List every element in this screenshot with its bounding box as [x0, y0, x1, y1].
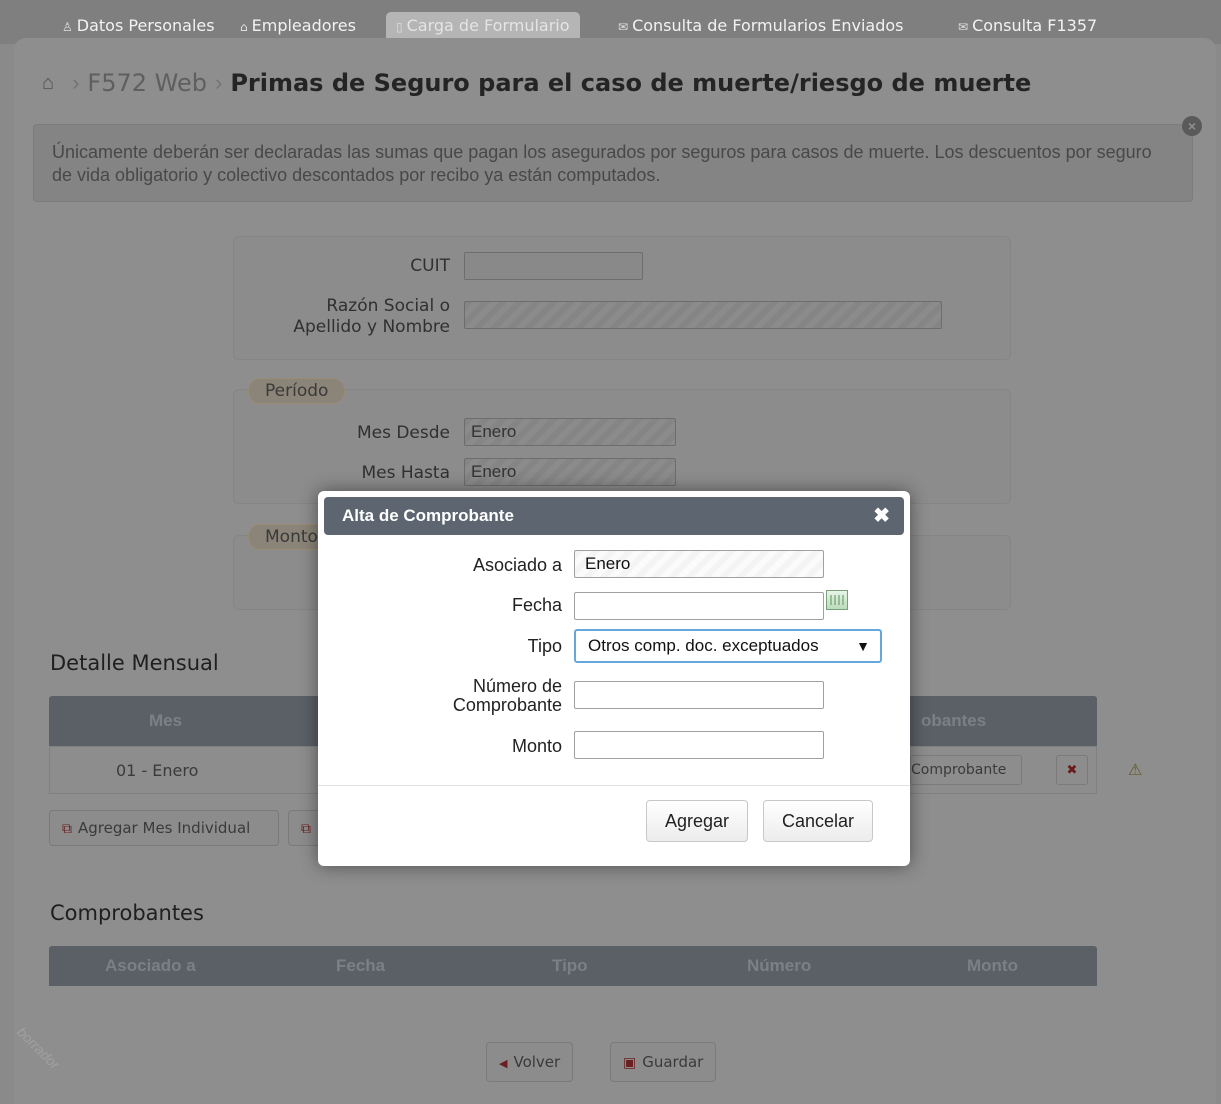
dialog-title: Alta de Comprobante [342, 506, 514, 525]
comprobantes-title: Comprobantes [50, 901, 204, 925]
cuit-label: CUIT [410, 256, 450, 276]
tab-consulta-f1357[interactable]: ✉ Consulta F1357 [948, 12, 1107, 40]
numero-label-2: Comprobante [452, 695, 562, 715]
delete-icon[interactable]: ✖ [1056, 755, 1088, 785]
monto-input[interactable] [574, 731, 824, 759]
razon-social-input [464, 301, 942, 329]
home-icon[interactable]: ⌂ [42, 72, 54, 95]
volver-button[interactable]: ◀ Volver [486, 1042, 574, 1082]
asociado-label: Asociado a [472, 555, 562, 575]
add-individual-month-button[interactable]: ⧉ Agregar Mes Individual [49, 810, 279, 846]
tab-consulta-formularios-enviados[interactable]: ✉ Consulta de Formularios Enviados [608, 12, 914, 40]
mail-icon: ✉ [618, 20, 629, 34]
mes-hasta-input: Enero [464, 458, 676, 486]
breadcrumb-parent[interactable]: F572 Web [87, 69, 207, 97]
mail-icon: ✉ [958, 20, 969, 34]
add-window-icon: ⧉ [62, 821, 72, 837]
mes-desde-label: Mes Desde [356, 423, 450, 443]
save-icon: ▣ [623, 1055, 637, 1071]
col-tipo: Tipo [552, 956, 588, 975]
col-asociado: Asociado a [105, 956, 196, 975]
calendar-icon[interactable] [826, 590, 848, 610]
numero-label-1: Número de [472, 676, 562, 696]
razon-social-label-1: Razón Social o [326, 296, 450, 316]
col-fecha: Fecha [336, 956, 386, 975]
breadcrumb-separator: › [72, 70, 80, 95]
col-mes: Mes [149, 711, 183, 730]
periodo-legend: Período [248, 378, 346, 404]
dialog-title-bar: Alta de Comprobante ✖ [324, 497, 904, 535]
warning-icon: ⚠ [1128, 762, 1143, 779]
razon-social-label-2: Apellido y Nombre [293, 317, 450, 337]
asociado-input: Enero [574, 550, 824, 578]
periodo-fieldset [233, 389, 1011, 504]
monto-label: Monto [511, 736, 562, 756]
user-icon: ♙ [62, 20, 73, 34]
breadcrumb-separator: › [215, 70, 223, 95]
tab-datos-personales[interactable]: ♙ Datos Personales [52, 12, 225, 40]
detalle-mensual-title: Detalle Mensual [50, 651, 219, 675]
building-icon: ⌂ [240, 20, 248, 34]
dialog-divider [318, 785, 910, 786]
add-comprobante-button[interactable]: Comprobante [910, 755, 1022, 785]
add-window-icon: ⧉ [301, 821, 311, 837]
mes-hasta-label: Mes Hasta [361, 463, 450, 483]
breadcrumb: ⌂ › F572 Web › Primas de Seguro para el … [42, 66, 1031, 100]
agregar-button[interactable]: Agregar [646, 800, 749, 842]
document-icon: ▯ [396, 20, 403, 34]
info-message: Únicamente deberán ser declaradas las su… [33, 124, 1193, 202]
tipo-selected-value: Otros comp. doc. exceptuados [588, 636, 819, 655]
dropdown-arrow-icon: ▼ [856, 638, 870, 654]
col-monto: Monto [967, 956, 1018, 975]
close-icon[interactable]: ✖ [873, 497, 890, 535]
page-title: Primas de Seguro para el caso de muerte/… [230, 69, 1032, 97]
guardar-button[interactable]: ▣ Guardar [610, 1042, 717, 1082]
col-numero: Número [747, 956, 812, 975]
col-comprobantes: obantes [921, 711, 987, 730]
fecha-input[interactable] [574, 592, 824, 620]
close-icon[interactable]: × [1182, 116, 1202, 136]
numero-input[interactable] [574, 681, 824, 709]
cuit-input[interactable] [464, 252, 643, 280]
info-text: Únicamente deberán ser declaradas las su… [52, 142, 1152, 185]
tab-empleadores[interactable]: ⌂ Empleadores [230, 12, 366, 40]
mes-desde-input: Enero [464, 418, 676, 446]
alta-comprobante-dialog: Alta de Comprobante ✖ Asociado a Enero F… [318, 491, 910, 866]
tipo-select[interactable]: Otros comp. doc. exceptuados ▼ [574, 629, 882, 663]
comprobantes-table-header: Asociado a Fecha Tipo Número Monto [49, 946, 1097, 986]
row-mes: 01 - Enero [116, 761, 199, 780]
tab-carga-de-formulario[interactable]: ▯ Carga de Formulario [386, 12, 580, 40]
tipo-label: Tipo [527, 636, 562, 656]
cancelar-button[interactable]: Cancelar [763, 800, 874, 842]
chevron-left-icon: ◀ [499, 1057, 508, 1070]
fecha-label: Fecha [511, 595, 562, 615]
